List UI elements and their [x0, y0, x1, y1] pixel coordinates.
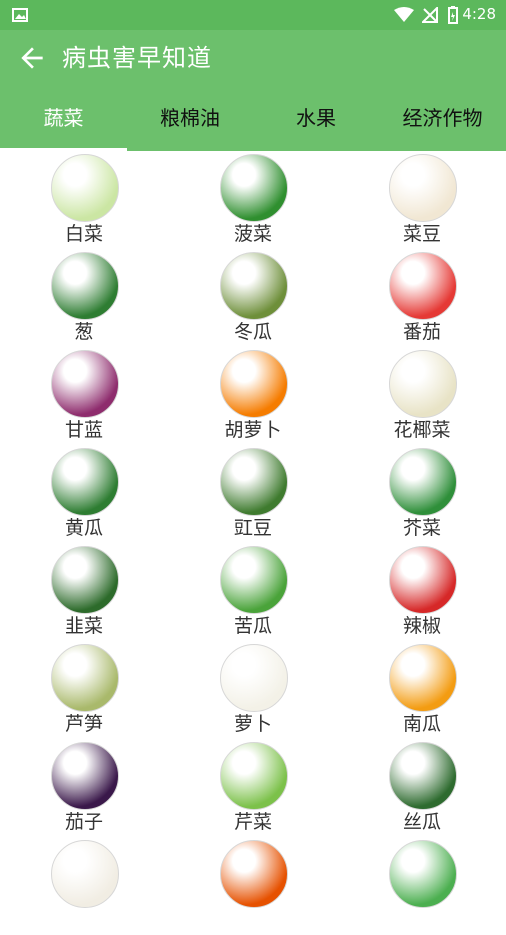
- crop-item[interactable]: 芹菜: [169, 739, 337, 837]
- crop-label: 黄瓜: [64, 517, 103, 539]
- chili-icon: [389, 546, 457, 614]
- tab-fruit[interactable]: 水果: [253, 88, 379, 151]
- garlic-icon: [51, 840, 119, 908]
- crop-label: 冬瓜: [233, 321, 272, 343]
- crop-item[interactable]: [0, 837, 168, 935]
- tab-vegetables[interactable]: 蔬菜: [0, 88, 127, 151]
- status-bar: 4:28: [0, 0, 506, 30]
- asparagus-icon: [51, 644, 119, 712]
- crop-label: 萝卜: [233, 713, 272, 735]
- crop-label: 芦笋: [64, 713, 103, 735]
- crop-label: 菜豆: [402, 223, 441, 245]
- crop-item[interactable]: 甘蓝: [0, 347, 168, 445]
- cabbage-icon: [51, 154, 119, 222]
- tab-grains-cotton-oil[interactable]: 粮棉油: [127, 88, 253, 151]
- carrot-icon: [220, 350, 288, 418]
- bitter-melon-icon: [220, 546, 288, 614]
- crop-item[interactable]: 茄子: [0, 739, 168, 837]
- crop-item[interactable]: 韭菜: [0, 543, 168, 641]
- crop-item[interactable]: 花椰菜: [338, 347, 506, 445]
- mustard-greens-icon: [389, 448, 457, 516]
- crop-item[interactable]: 番茄: [338, 249, 506, 347]
- red-cabbage-icon: [51, 350, 119, 418]
- battery-icon: [448, 6, 458, 24]
- cowpea-icon: [220, 448, 288, 516]
- radish-icon: [220, 644, 288, 712]
- crop-label: 丝瓜: [402, 811, 441, 833]
- crop-item[interactable]: 冬瓜: [169, 249, 337, 347]
- crop-item[interactable]: 白菜: [0, 151, 168, 249]
- crop-label: 芹菜: [233, 811, 272, 833]
- crop-label: 胡萝卜: [224, 419, 282, 441]
- tab-cash-crops[interactable]: 经济作物: [379, 88, 506, 151]
- crop-label: 番茄: [402, 321, 441, 343]
- crop-item[interactable]: 豇豆: [169, 445, 337, 543]
- crop-item[interactable]: 菠菜: [169, 151, 337, 249]
- crop-item[interactable]: [338, 837, 506, 935]
- crop-item[interactable]: 胡萝卜: [169, 347, 337, 445]
- crop-label: 韭菜: [64, 615, 103, 637]
- bean-icon: [389, 154, 457, 222]
- crop-item[interactable]: [169, 837, 337, 935]
- crop-item[interactable]: 葱: [0, 249, 168, 347]
- cucumber-icon: [51, 448, 119, 516]
- wifi-icon: [394, 7, 414, 22]
- peas-icon: [389, 840, 457, 908]
- category-tabs: 蔬菜 粮棉油 水果 经济作物: [0, 88, 506, 151]
- crop-label: 茄子: [64, 811, 103, 833]
- crop-label: 菠菜: [233, 223, 272, 245]
- page-title: 病虫害早知道: [62, 44, 212, 72]
- pumpkin-icon: [389, 644, 457, 712]
- crop-item[interactable]: 萝卜: [169, 641, 337, 739]
- celery-icon: [220, 742, 288, 810]
- crop-label: 葱: [74, 321, 94, 343]
- gallery-notification-icon: [12, 8, 28, 22]
- signal-icon: [422, 7, 438, 23]
- crop-item[interactable]: 辣椒: [338, 543, 506, 641]
- crop-item[interactable]: 菜豆: [338, 151, 506, 249]
- crop-label: 豇豆: [233, 517, 272, 539]
- cauliflower-icon: [389, 350, 457, 418]
- app-bar: 病虫害早知道: [0, 30, 506, 88]
- crop-item[interactable]: 黄瓜: [0, 445, 168, 543]
- loofah-icon: [389, 742, 457, 810]
- crop-item[interactable]: 南瓜: [338, 641, 506, 739]
- crop-item[interactable]: 丝瓜: [338, 739, 506, 837]
- crop-label: 苦瓜: [233, 615, 272, 637]
- crop-label: 南瓜: [402, 713, 441, 735]
- crop-label: 甘蓝: [64, 419, 103, 441]
- crop-label: 辣椒: [402, 615, 441, 637]
- wax-gourd-icon: [220, 252, 288, 320]
- crop-label: 花椰菜: [393, 419, 451, 441]
- tomato-icon: [389, 252, 457, 320]
- chives-icon: [51, 546, 119, 614]
- back-arrow-icon[interactable]: [16, 42, 48, 74]
- spinach-icon: [220, 154, 288, 222]
- crop-label: 白菜: [64, 223, 103, 245]
- crop-item[interactable]: 芦笋: [0, 641, 168, 739]
- eggplant-icon: [51, 742, 119, 810]
- crop-item[interactable]: 苦瓜: [169, 543, 337, 641]
- bell-pepper-icon: [220, 840, 288, 908]
- crop-item[interactable]: 芥菜: [338, 445, 506, 543]
- scallion-icon: [51, 252, 119, 320]
- crop-label: 芥菜: [402, 517, 441, 539]
- status-time: 4:28: [462, 5, 496, 23]
